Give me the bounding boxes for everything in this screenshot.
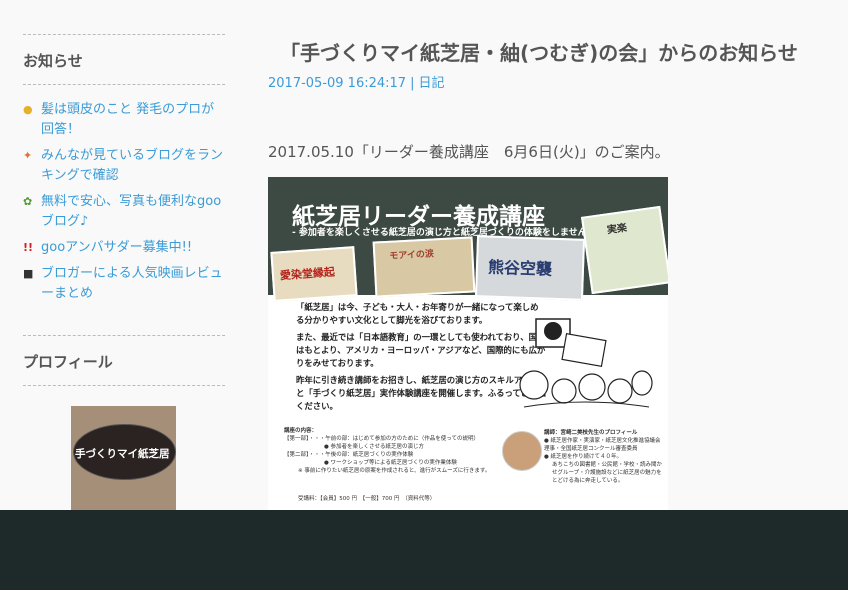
card-title: モアイの涙: [389, 249, 435, 262]
flyer-header: 紙芝居リーダー養成講座 - 参加者を楽しくさせる紙芝居の演じ方と紙芝居づくりの体…: [268, 177, 668, 302]
kamishibai-card: 実楽: [580, 205, 668, 295]
list-item[interactable]: ✿ 無料で安心、写真も便利なgooブログ♪: [23, 192, 225, 232]
card-title: 愛染堂縁起: [279, 265, 336, 283]
flyer-fee: 受講料：【会員】500 円 【一般】700 円 （資料代等）: [298, 496, 436, 502]
divider: [23, 385, 225, 386]
flyer-paragraph: 昨年に引き続き講師をお招きし、紙芝居の演じ方のスキルアップと「手づくり紙芝居」実…: [296, 375, 546, 411]
flyer-paragraph: 「紙芝居」は今、子ども・大人・お年寄りが一緒になって楽しめる分かりやすい文化とし…: [296, 302, 539, 325]
kamishibai-card: 愛染堂縁起: [270, 246, 358, 302]
movie-camera-icon: ■: [23, 267, 34, 280]
illustration: [514, 307, 654, 417]
divider: [23, 335, 225, 336]
flyer-image[interactable]: 紙芝居リーダー養成講座 - 参加者を楽しくさせる紙芝居の演じ方と紙芝居づくりの体…: [268, 177, 668, 510]
list-item[interactable]: ✦ みんなが見ているブログをランキングで確認: [23, 146, 225, 186]
bio-line: ● 紙芝居を作り続けて４０年。: [544, 454, 623, 460]
flyer-body: 「紙芝居」は今、子ども・大人・お年寄りが一緒になって楽しめる分かりやすい文化とし…: [296, 301, 546, 417]
notice-link[interactable]: gooアンバサダー募集中!!: [41, 238, 192, 258]
profile-image-text: 手づくりマイ紙芝居: [75, 448, 170, 460]
detail-line: ※ 事前に作りたい紙芝居の原案を作成されると、進行がスムーズに行きます。: [298, 468, 491, 474]
divider: [23, 34, 225, 35]
detail-line: ● 参加者を楽しくさせる紙芝居の演じ方: [324, 444, 425, 450]
footer: [0, 510, 848, 590]
meta-separator: |: [410, 76, 415, 91]
flyer-paragraph: また、最近では「日本語教育」の一環としても使われており、国内はもとより、アメリカ…: [296, 332, 546, 368]
card-title: 熊谷空襲: [487, 257, 553, 279]
detail-line: ● ワークショップ等による紙芝居づくりの実作業体験: [324, 460, 457, 466]
detail-line: 【第二部】・・・午後の部：紙芝居づくりの実作体験: [284, 452, 414, 458]
notice-link[interactable]: 無料で安心、写真も便利なgooブログ♪: [41, 192, 225, 232]
list-item[interactable]: ■ ブロガーによる人気映画レビューまとめ: [23, 264, 225, 304]
kamishibai-card: 熊谷空襲: [474, 235, 586, 301]
kamishibai-performer-illustration: [519, 318, 653, 408]
card-title: 実楽: [606, 222, 628, 237]
sprout-icon: ✿: [23, 195, 33, 208]
kamishibai-card: モアイの涙: [372, 236, 476, 298]
notice-list: ● 髪は頭皮のこと 発毛のプロが回答！ ✦ みんなが見ているブログをランキングで…: [23, 100, 225, 310]
bio-line: ● 紙芝居作家・実演家・紙芝居文化推進協議会理事・全国紙芝居コンクール審査委員: [544, 438, 661, 452]
profile-image[interactable]: 手づくりマイ紙芝居: [71, 406, 176, 510]
flyer-subtitle: - 参加者を楽しくさせる紙芝居の演じ方と紙芝居づくりの体験をしませんか -: [292, 228, 603, 238]
post-title[interactable]: 「手づくりマイ紙芝居・紬(つむぎ)の会」からのお知らせ: [280, 37, 798, 66]
flyer-bio: 講師：宮崎二美枝先生のプロフィール ● 紙芝居作家・実演家・紙芝居文化推進協議会…: [544, 429, 664, 485]
list-item[interactable]: !! gooアンバサダー募集中!!: [23, 238, 225, 258]
notice-link[interactable]: 髪は頭皮のこと 発毛のプロが回答！: [41, 100, 225, 140]
notice-heading: お知らせ: [23, 52, 83, 70]
detail-line: 講座の内容：: [284, 428, 318, 434]
notice-link[interactable]: ブロガーによる人気映画レビューまとめ: [41, 264, 225, 304]
flyer-details: 講座の内容： 【第一部】・・・午前の部：はじめて参加の方のために（作品を使っての…: [284, 427, 504, 475]
exclamation-icon: !!: [23, 241, 34, 254]
instructor-photo: [502, 431, 542, 471]
post-lead: 2017.05.10「リーダー養成講座 6月6日(火)」のご案内。: [268, 143, 670, 161]
category-link[interactable]: 日記: [418, 76, 444, 91]
bio-line: 講師：宮崎二美枝先生のプロフィール: [544, 430, 638, 436]
post-date: 2017-05-09 16:24:17: [268, 76, 407, 91]
divider: [23, 84, 225, 85]
ranking-icon: ✦: [23, 149, 33, 162]
notice-link[interactable]: みんなが見ているブログをランキングで確認: [41, 146, 225, 186]
detail-line: 【第一部】・・・午前の部：はじめて参加の方のために（作品を使っての説明）: [284, 436, 479, 442]
list-item[interactable]: ● 髪は頭皮のこと 発毛のプロが回答！: [23, 100, 225, 140]
post-meta: 2017-05-09 16:24:17 | 日記: [268, 72, 444, 91]
profile-heading: プロフィール: [23, 353, 113, 371]
lightbulb-icon: ●: [23, 103, 33, 116]
bio-line: あちこちの図書館・公民館・学校・読み聞かせグループ・介護施設などに紙芝居の魅力を…: [552, 462, 663, 484]
